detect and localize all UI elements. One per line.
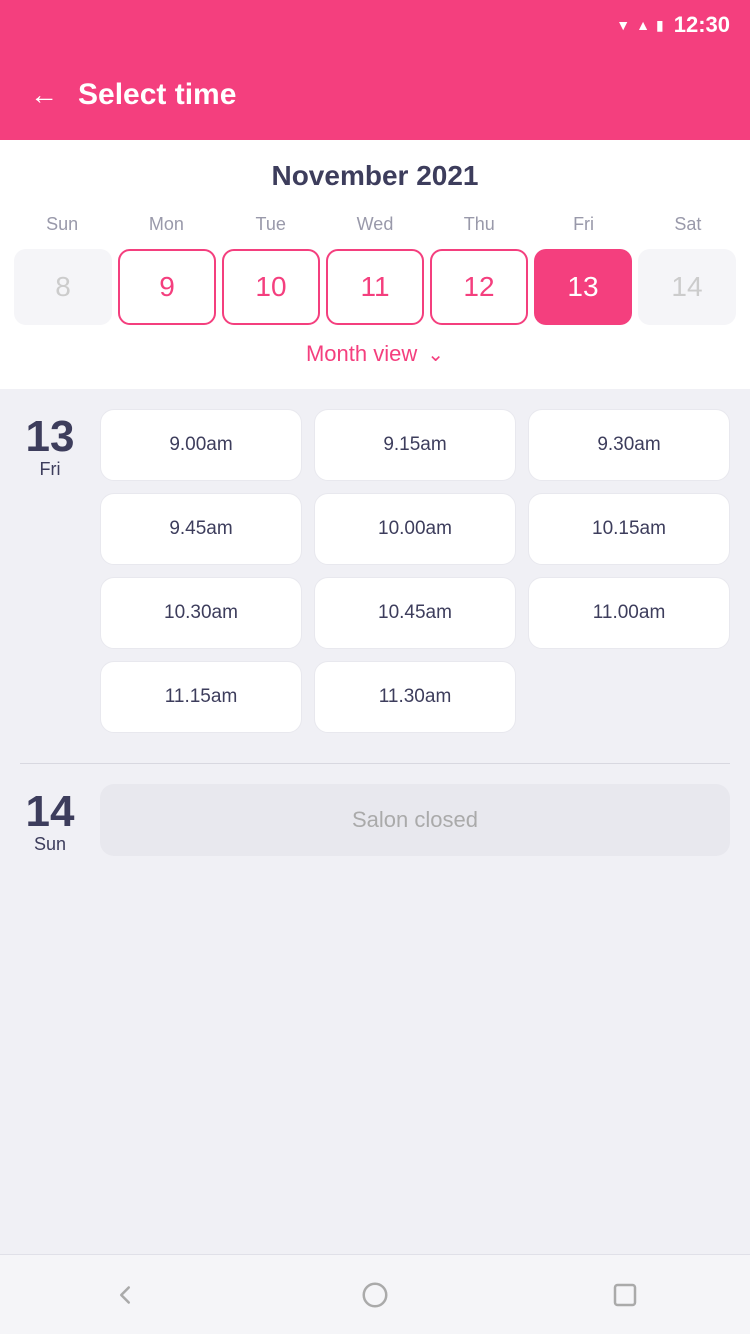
day-number-13: 13 [26,415,75,459]
signal-icon: ▲ [636,17,650,33]
month-view-label: Month view [306,341,417,367]
time-slot-1015am[interactable]: 10.15am [528,493,730,565]
battery-icon: ▮ [656,17,664,34]
day-divider [20,763,730,764]
chevron-down-icon: ⌄ [427,342,444,367]
date-11[interactable]: 11 [326,249,424,325]
recents-square-icon [610,1280,640,1310]
wifi-icon: ▼ [616,17,630,33]
salon-closed-label: Salon closed [100,784,730,856]
page-title: Select time [78,78,236,112]
day-label-14: 14 Sun [20,784,80,856]
time-section: 13 Fri 9.00am 9.15am 9.30am 9.45am 10.00… [0,389,750,906]
day-block-13: 13 Fri 9.00am 9.15am 9.30am 9.45am 10.00… [20,409,730,733]
weekday-sat: Sat [636,210,740,239]
week-dates-row: 8 9 10 11 12 13 14 [10,249,740,325]
time-slot-1045am[interactable]: 10.45am [314,577,516,649]
date-14: 14 [638,249,736,325]
day-block-14: 14 Sun Salon closed [20,784,730,856]
month-year-label: November 2021 [10,160,740,192]
time-slot-1000am[interactable]: 10.00am [314,493,516,565]
date-8: 8 [14,249,112,325]
day-name-fri: Fri [40,459,61,480]
closed-slots-14: Salon closed [100,784,730,856]
day-name-sun: Sun [34,834,66,855]
time-slot-1130am[interactable]: 11.30am [314,661,516,733]
time-slot-900am[interactable]: 9.00am [100,409,302,481]
bottom-navigation [0,1254,750,1334]
weekday-sun: Sun [10,210,114,239]
nav-home-button[interactable] [358,1278,392,1312]
time-slot-1115am[interactable]: 11.15am [100,661,302,733]
day-number-14: 14 [26,790,75,834]
date-12[interactable]: 12 [430,249,528,325]
time-slot-945am[interactable]: 9.45am [100,493,302,565]
back-button[interactable]: ← [30,81,58,109]
date-13[interactable]: 13 [534,249,632,325]
weekday-fri: Fri [531,210,635,239]
time-slots-grid-13: 9.00am 9.15am 9.30am 9.45am 10.00am 10.1… [100,409,730,733]
weekday-tue: Tue [219,210,323,239]
calendar-section: November 2021 Sun Mon Tue Wed Thu Fri Sa… [0,140,750,389]
nav-back-button[interactable] [108,1278,142,1312]
app-header: ← Select time [0,50,750,140]
week-days-row: Sun Mon Tue Wed Thu Fri Sat [10,210,740,239]
time-slot-1100am[interactable]: 11.00am [528,577,730,649]
weekday-wed: Wed [323,210,427,239]
nav-recents-button[interactable] [608,1278,642,1312]
day-label-13: 13 Fri [20,409,80,733]
time-slot-1030am[interactable]: 10.30am [100,577,302,649]
time-slot-930am[interactable]: 9.30am [528,409,730,481]
date-10[interactable]: 10 [222,249,320,325]
status-bar: ▼ ▲ ▮ 12:30 [0,0,750,50]
time-slot-915am[interactable]: 9.15am [314,409,516,481]
weekday-thu: Thu [427,210,531,239]
back-triangle-icon [110,1280,140,1310]
date-9[interactable]: 9 [118,249,216,325]
month-view-toggle[interactable]: Month view ⌄ [10,325,740,379]
status-time: 12:30 [674,12,730,38]
weekday-mon: Mon [114,210,218,239]
status-icons: ▼ ▲ ▮ [616,17,663,34]
home-circle-icon [360,1280,390,1310]
